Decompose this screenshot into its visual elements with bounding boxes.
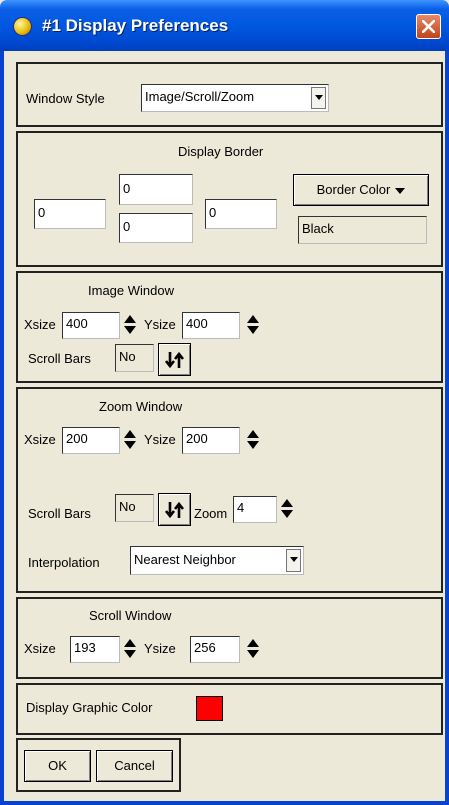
app-globe-icon — [14, 18, 31, 35]
border-color-label: Border Color — [316, 182, 391, 197]
chevron-down-icon[interactable] — [286, 549, 301, 572]
zoom-ysize-input[interactable]: 200 — [182, 427, 240, 454]
image-ysize-label: Ysize — [144, 317, 176, 332]
zoom-scrollbars-value: No — [115, 494, 154, 522]
border-color-button[interactable]: Border Color — [293, 174, 429, 206]
close-button[interactable] — [416, 14, 441, 39]
ok-button[interactable]: OK — [24, 750, 91, 782]
display-border-panel: Display Border 0 0 0 0 Border Color Blac… — [16, 131, 443, 267]
spinner-icon[interactable] — [245, 313, 261, 337]
display-border-heading: Display Border — [178, 144, 264, 159]
graphic-color-swatch[interactable] — [196, 696, 223, 721]
swap-arrows-icon — [165, 351, 185, 369]
dialog-buttons-group: OK Cancel — [16, 738, 181, 792]
border-top-input[interactable]: 0 — [119, 174, 193, 205]
image-window-heading: Image Window — [88, 283, 174, 298]
image-xsize-label: Xsize — [24, 317, 56, 332]
cancel-button[interactable]: Cancel — [96, 750, 173, 782]
scroll-ysize-input[interactable]: 256 — [190, 636, 240, 663]
border-left-input[interactable]: 0 — [34, 199, 106, 229]
border-bottom-input[interactable]: 0 — [119, 213, 193, 243]
window-style-value: Image/Scroll/Zoom — [145, 89, 255, 104]
image-window-panel: Image Window Xsize 400 Ysize 400 Scroll … — [16, 271, 443, 383]
scroll-window-heading: Scroll Window — [89, 608, 172, 623]
chevron-down-icon[interactable] — [311, 87, 326, 109]
interpolation-label: Interpolation — [28, 555, 100, 570]
interpolation-value: Nearest Neighbor — [134, 552, 236, 567]
swap-arrows-icon — [165, 501, 185, 519]
close-icon — [422, 20, 435, 33]
border-color-value: Black — [298, 216, 427, 244]
image-scrollbars-value: No — [115, 344, 154, 372]
scroll-ysize-label: Ysize — [144, 641, 176, 656]
zoom-xsize-input[interactable]: 200 — [62, 427, 120, 454]
image-scrollbars-label: Scroll Bars — [28, 351, 91, 366]
caret-down-icon — [395, 187, 406, 194]
image-xsize-input[interactable]: 400 — [62, 312, 120, 339]
window-style-panel: Window Style Image/Scroll/Zoom — [16, 62, 443, 127]
zoom-input[interactable]: 4 — [233, 496, 277, 523]
zoom-xsize-label: Xsize — [24, 432, 56, 447]
zoom-label: Zoom — [194, 506, 228, 521]
spinner-icon[interactable] — [279, 497, 295, 521]
title-bar[interactable]: #1 Display Preferences — [0, 0, 449, 51]
spinner-icon[interactable] — [122, 428, 138, 452]
graphic-color-panel: Display Graphic Color — [16, 683, 443, 735]
zoom-window-panel: Zoom Window Xsize 200 Ysize 200 Scroll B… — [16, 387, 443, 593]
scroll-xsize-label: Xsize — [24, 641, 56, 656]
zoom-scrollbars-toggle[interactable] — [158, 493, 191, 526]
window-style-label: Window Style — [26, 91, 105, 106]
spinner-icon[interactable] — [245, 428, 261, 452]
zoom-window-heading: Zoom Window — [99, 399, 183, 414]
spinner-icon[interactable] — [122, 313, 138, 337]
window-title: #1 Display Preferences — [42, 16, 229, 35]
interpolation-select[interactable]: Nearest Neighbor — [130, 546, 304, 575]
image-ysize-input[interactable]: 400 — [182, 312, 240, 339]
zoom-scrollbars-label: Scroll Bars — [28, 506, 91, 521]
zoom-ysize-label: Ysize — [144, 432, 176, 447]
window-style-select[interactable]: Image/Scroll/Zoom — [141, 84, 329, 112]
spinner-icon[interactable] — [245, 637, 261, 661]
spinner-icon[interactable] — [122, 637, 138, 661]
border-right-input[interactable]: 0 — [205, 199, 277, 229]
graphic-color-label: Display Graphic Color — [26, 700, 153, 715]
scroll-window-panel: Scroll Window Xsize 193 Ysize 256 — [16, 597, 443, 679]
scroll-xsize-input[interactable]: 193 — [70, 636, 120, 663]
image-scrollbars-toggle[interactable] — [158, 343, 191, 376]
